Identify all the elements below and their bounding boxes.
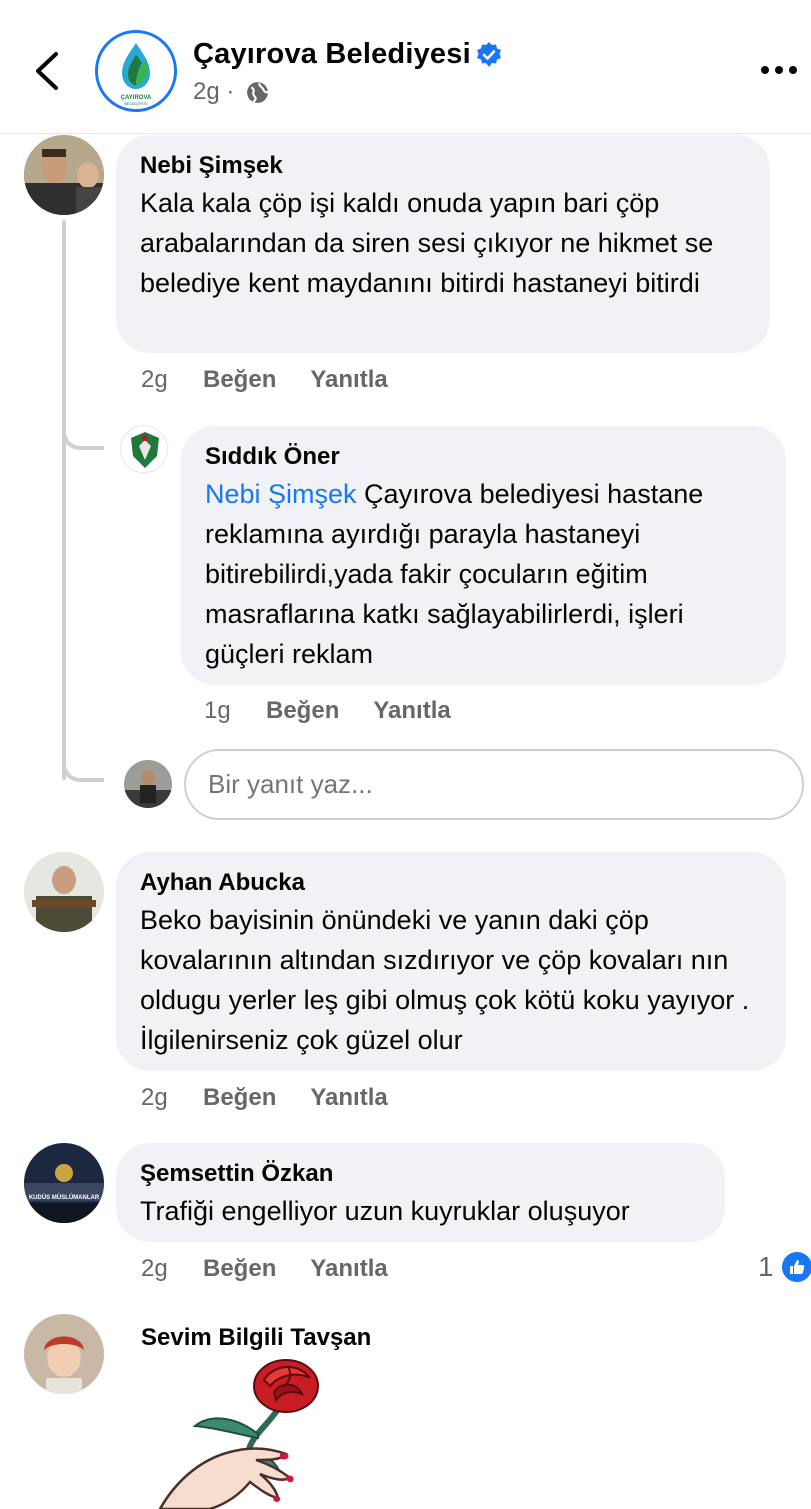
- reply-time: 1g: [204, 697, 231, 724]
- comment-time: 2g: [141, 1084, 168, 1111]
- avatar[interactable]: [24, 135, 104, 215]
- rose-flower: [253, 1359, 319, 1413]
- avatar[interactable]: [120, 425, 168, 473]
- reply-button[interactable]: Yanıtla: [310, 1255, 387, 1283]
- reply-button[interactable]: Yanıtla: [373, 697, 450, 725]
- globe-icon: [247, 82, 269, 103]
- like-button[interactable]: Beğen: [203, 366, 276, 394]
- comment-text: Trafiği engelliyor uzun kuyruklar oluşuy…: [140, 1196, 630, 1226]
- avatar[interactable]: [24, 852, 104, 932]
- back-chevron-icon[interactable]: [28, 48, 68, 94]
- like-button[interactable]: Beğen: [266, 697, 339, 725]
- reaction-summary[interactable]: 1: [758, 1250, 811, 1284]
- meta-separator: ·: [226, 78, 235, 105]
- avatar-photo: [24, 135, 104, 215]
- reply-author[interactable]: Sıddık Öner: [205, 442, 762, 472]
- logo-subtext: BELEDİYESİ: [124, 101, 147, 106]
- thread-branch: [62, 752, 104, 782]
- reply-text: Nebi Şimşek Çayırova belediyesi hastane …: [205, 474, 762, 674]
- thread-connector: [62, 220, 66, 780]
- avatar-photo: [124, 760, 172, 808]
- comment-text: Kala kala çöp işi kaldı onuda yapın bari…: [140, 188, 714, 298]
- cayirova-logo-icon: ÇAYIROVA BELEDİYESİ: [98, 33, 174, 109]
- reply-button[interactable]: Yanıtla: [310, 1084, 387, 1112]
- comment-text: Beko bayisinin önündeki ve yanın daki çö…: [140, 905, 750, 1055]
- reply-button[interactable]: Yanıtla: [310, 366, 387, 394]
- comment-actions: 2g Beğen Yanıtla: [141, 1084, 422, 1112]
- current-user-avatar: [124, 760, 172, 808]
- post-meta: 2g ·: [193, 78, 234, 106]
- avatar[interactable]: [24, 1314, 104, 1394]
- comment-author[interactable]: Nebi Şimşek: [140, 151, 746, 181]
- comments-screen: ÇAYIROVA BELEDİYESİ Çayırova Belediyesi …: [0, 0, 811, 1509]
- page-logo-avatar[interactable]: ÇAYIROVA BELEDİYESİ: [95, 30, 177, 112]
- post-header: ÇAYIROVA BELEDİYESİ Çayırova Belediyesi …: [0, 0, 811, 134]
- comment-actions: 2g Beğen Yanıtla: [141, 1255, 422, 1283]
- comment-bubble: Şemsettin Özkan Trafiği engelliyor uzun …: [116, 1143, 725, 1242]
- comment-time: 2g: [141, 366, 168, 393]
- more-options-icon[interactable]: [756, 60, 802, 80]
- avatar-caption: KUDÜS MÜSLÜMANLAR: [29, 1194, 100, 1201]
- comment-author[interactable]: Şemsettin Özkan: [140, 1159, 701, 1189]
- page-name[interactable]: Çayırova Belediyesi: [193, 38, 471, 71]
- comment-bubble: Ayhan Abucka Beko bayisinin önündeki ve …: [116, 852, 786, 1071]
- like-icon: [779, 1250, 811, 1284]
- verified-badge-icon: [477, 42, 501, 67]
- comment-time: 2g: [141, 1255, 168, 1282]
- like-button[interactable]: Beğen: [203, 1255, 276, 1283]
- comment-bubble: Nebi Şimşek Kala kala çöp işi kaldı onud…: [116, 135, 770, 353]
- avatar[interactable]: KUDÜS MÜSLÜMANLAR: [24, 1143, 104, 1223]
- rose-sticker-icon[interactable]: [140, 1356, 340, 1509]
- comment-author[interactable]: Ayhan Abucka: [140, 868, 762, 898]
- comment-actions: 2g Beğen Yanıtla: [141, 366, 422, 394]
- reply-bubble: Sıddık Öner Nebi Şimşek Çayırova belediy…: [181, 426, 786, 685]
- avatar-photo: [24, 852, 104, 932]
- mention-link[interactable]: Nebi Şimşek: [205, 479, 357, 509]
- reply-actions: 1g Beğen Yanıtla: [204, 697, 485, 725]
- thread-branch: [62, 420, 104, 450]
- party-logo-icon: [121, 426, 167, 472]
- avatar-photo: KUDÜS MÜSLÜMANLAR: [24, 1143, 104, 1223]
- like-button[interactable]: Beğen: [203, 1084, 276, 1112]
- avatar-photo: [24, 1314, 104, 1394]
- reply-input[interactable]: [184, 749, 804, 820]
- comment-author[interactable]: Sevim Bilgili Tavşan: [141, 1323, 371, 1353]
- reaction-count: 1: [758, 1251, 774, 1282]
- post-time: 2g: [193, 78, 220, 105]
